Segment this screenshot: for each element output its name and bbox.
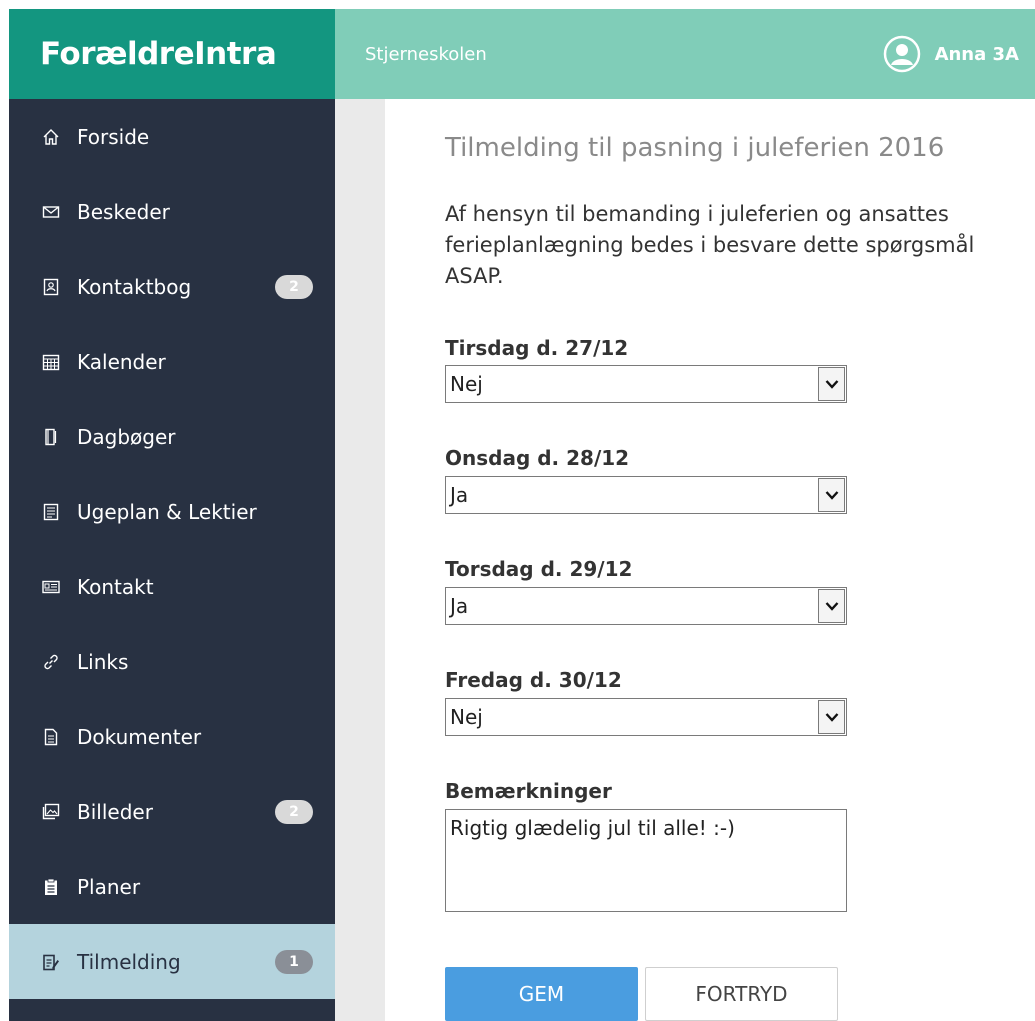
- user-name: Anna 3A: [934, 43, 1019, 65]
- save-button[interactable]: GEM: [445, 967, 638, 1021]
- document-icon: [41, 727, 61, 747]
- sidebar-item-billeder[interactable]: Billeder 2: [9, 774, 335, 849]
- sidebar-item-kalender[interactable]: Kalender: [9, 324, 335, 399]
- user-avatar-icon: [883, 35, 920, 73]
- signup-form: Tilmelding til pasning i juleferien 2016…: [385, 99, 1035, 1021]
- school-name[interactable]: Stjerneskolen: [365, 44, 487, 65]
- top-bar: Stjerneskolen Anna 3A: [335, 9, 1035, 99]
- sidebar-item-label: Kontaktbog: [77, 274, 192, 299]
- sidebar-item-label: Ugeplan & Lektier: [77, 499, 257, 524]
- sidebar-item-ugeplan[interactable]: Ugeplan & Lektier: [9, 474, 335, 549]
- notification-badge: 2: [275, 274, 313, 299]
- sidebar-item-label: Links: [77, 649, 129, 674]
- chevron-down-icon[interactable]: [818, 589, 845, 623]
- select-onsdag[interactable]: Ja: [445, 476, 847, 514]
- sidebar-item-label: Tilmelding: [77, 949, 181, 974]
- brand-name: ForældreIntra: [40, 36, 277, 72]
- sidebar-item-label: Billeder: [77, 799, 153, 824]
- calendar-icon: [41, 352, 61, 372]
- notification-badge: 2: [275, 799, 313, 824]
- notification-badge: 1: [275, 949, 313, 974]
- app-header: ForældreIntra Stjerneskolen Anna 3A: [9, 9, 1035, 99]
- sidebar-item-label: Planer: [77, 874, 141, 899]
- sidebar-item-forside[interactable]: Forside: [9, 99, 335, 174]
- mail-icon: [41, 202, 61, 222]
- field-label-bemaerkninger: Bemærkninger: [445, 779, 612, 803]
- sidebar-item-beskeder[interactable]: Beskeder: [9, 174, 335, 249]
- sidebar-item-label: Dokumenter: [77, 724, 202, 749]
- sidebar-item-planer[interactable]: Planer: [9, 849, 335, 924]
- chevron-down-icon[interactable]: [818, 367, 845, 401]
- signup-icon: [41, 952, 61, 972]
- remarks-value: Rigtig glædelig jul til alle! :-): [450, 816, 735, 840]
- home-icon: [41, 127, 61, 147]
- select-value: Nej: [450, 372, 483, 396]
- chevron-down-icon[interactable]: [818, 700, 845, 734]
- link-icon: [41, 652, 61, 672]
- images-icon: [41, 802, 61, 822]
- select-fredag[interactable]: Nej: [445, 698, 847, 736]
- form-intro: Af hensyn til bemanding i juleferien og …: [445, 202, 975, 288]
- cancel-button[interactable]: FORTRYD: [645, 967, 838, 1021]
- diary-icon: [41, 427, 61, 447]
- field-label-tirsdag: Tirsdag d. 27/12: [445, 336, 629, 360]
- sidebar-item-kontakt[interactable]: Kontakt: [9, 549, 335, 624]
- sidebar-item-dokumenter[interactable]: Dokumenter: [9, 699, 335, 774]
- brand-logo[interactable]: ForældreIntra: [9, 9, 335, 99]
- sidebar-nav: Forside Beskeder Kontaktbog 2 Kalender D…: [9, 99, 335, 1021]
- field-label-onsdag: Onsdag d. 28/12: [445, 446, 630, 470]
- select-torsdag[interactable]: Ja: [445, 587, 847, 625]
- chevron-down-icon[interactable]: [818, 478, 845, 512]
- content-gutter: [335, 99, 385, 1021]
- sidebar-item-label: Kalender: [77, 349, 166, 374]
- select-tirsdag[interactable]: Nej: [445, 365, 847, 403]
- select-value: Nej: [450, 705, 483, 729]
- sidebar-item-label: Beskeder: [77, 199, 170, 224]
- remarks-textarea[interactable]: Rigtig glædelig jul til alle! :-): [445, 809, 847, 912]
- select-value: Ja: [450, 594, 469, 618]
- sidebar-item-links[interactable]: Links: [9, 624, 335, 699]
- contact-book-icon: [41, 277, 61, 297]
- user-menu[interactable]: Anna 3A: [883, 35, 1019, 73]
- field-label-torsdag: Torsdag d. 29/12: [445, 557, 633, 581]
- page-title: Tilmelding til pasning i juleferien 2016: [445, 133, 945, 163]
- sidebar-item-label: Dagbøger: [77, 424, 176, 449]
- select-value: Ja: [450, 483, 469, 507]
- sidebar-item-dagboger[interactable]: Dagbøger: [9, 399, 335, 474]
- clipboard-icon: [41, 877, 61, 897]
- sidebar-item-label: Forside: [77, 124, 150, 149]
- field-label-fredag: Fredag d. 30/12: [445, 668, 622, 692]
- sidebar-item-label: Kontakt: [77, 574, 154, 599]
- sidebar-item-tilmelding[interactable]: Tilmelding 1: [9, 924, 335, 999]
- contact-card-icon: [41, 577, 61, 597]
- weekplan-icon: [41, 502, 61, 522]
- sidebar-item-kontaktbog[interactable]: Kontaktbog 2: [9, 249, 335, 324]
